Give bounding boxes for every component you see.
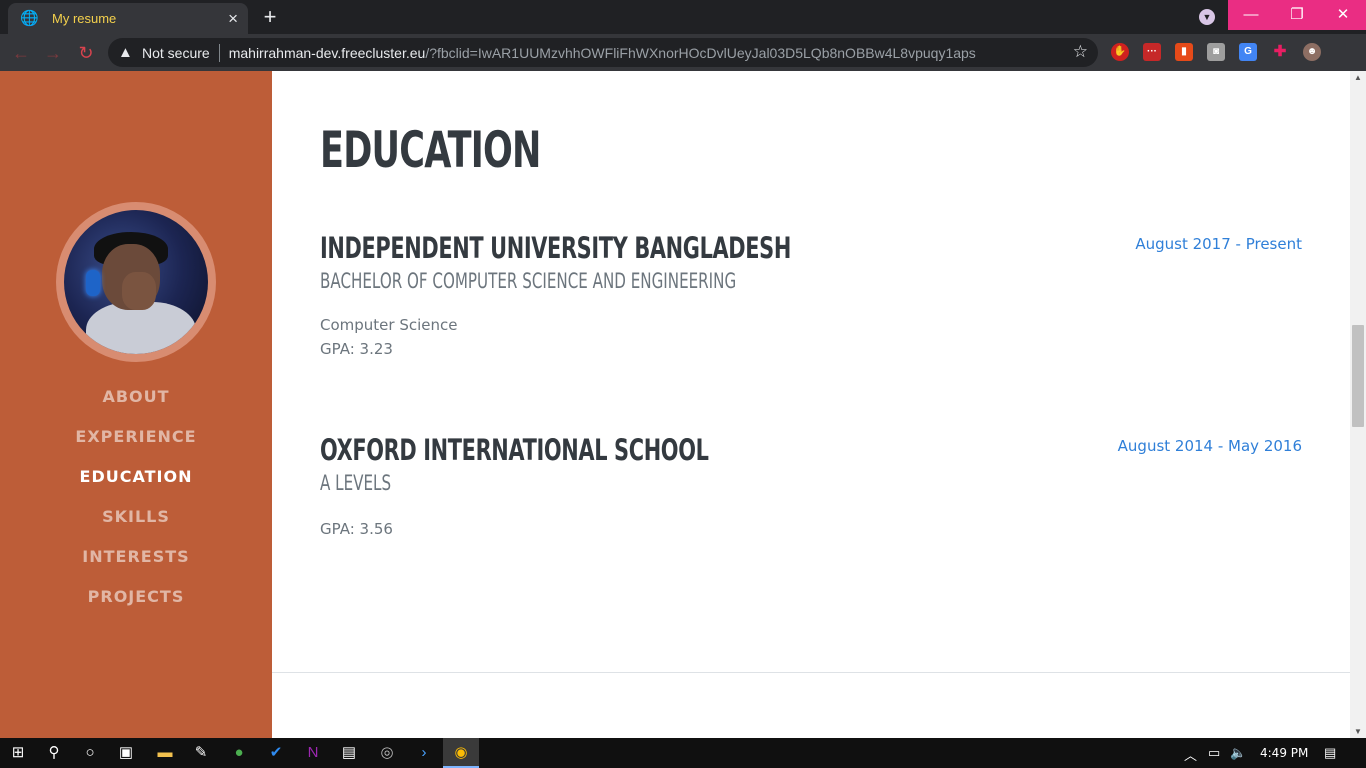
field-of-study: Computer Science bbox=[320, 316, 458, 334]
browser-tab-bar: 🌐 My resume × + ▼ — ❐ ✕ bbox=[0, 0, 1366, 34]
taskbar: ⊞ ⚲ ○ ▣ ▬ ✎ ● ✔ N ▤ ◎ › ◉ ︿ ▭ 🔈 4:49 PM … bbox=[0, 738, 1366, 768]
tray-chevron-icon[interactable]: ︿ bbox=[1184, 745, 1197, 764]
office-extension-icon[interactable]: ▮ bbox=[1175, 43, 1193, 61]
tab-search-icon[interactable]: ▼ bbox=[1199, 9, 1215, 25]
address-bar[interactable]: ▲ Not secure mahirrahman-dev.freecluster… bbox=[108, 38, 1098, 67]
mask-extension-icon[interactable]: ◙ bbox=[1207, 43, 1225, 61]
profile-avatar-icon[interactable]: ☻ bbox=[1303, 43, 1321, 61]
section-divider bbox=[272, 672, 1350, 673]
browser-tab[interactable]: 🌐 My resume × bbox=[8, 3, 248, 34]
windows-start-icon[interactable]: ⊞ bbox=[8, 743, 28, 763]
star-icon[interactable]: ☆ bbox=[1073, 42, 1088, 62]
notifications-icon[interactable]: ▤ bbox=[1324, 745, 1336, 761]
page-title: EDUCATION bbox=[320, 121, 541, 179]
scroll-down-icon[interactable]: ▼ bbox=[1354, 727, 1362, 736]
clock[interactable]: 4:49 PM bbox=[1260, 746, 1308, 760]
scroll-up-icon[interactable]: ▲ bbox=[1354, 73, 1362, 82]
sidebar-menu: ABOUT EXPERIENCE EDUCATION SKILLS INTERE… bbox=[0, 387, 272, 627]
battery-icon[interactable]: ▭ bbox=[1208, 745, 1220, 761]
url-host[interactable]: mahirrahman-dev.freecluster.eu bbox=[229, 45, 426, 61]
cortana-icon[interactable]: ○ bbox=[80, 743, 100, 763]
warning-icon[interactable]: ▲ bbox=[118, 44, 136, 61]
puzzle-extensions-icon[interactable]: ✚ bbox=[1271, 43, 1289, 61]
file-explorer-icon[interactable]: ▬ bbox=[155, 743, 175, 763]
task-view-icon[interactable]: ▣ bbox=[116, 743, 136, 763]
date-range: August 2014 - May 2016 bbox=[1117, 437, 1302, 455]
sidebar-item-interests[interactable]: INTERESTS bbox=[0, 547, 272, 587]
search-icon[interactable]: ⚲ bbox=[44, 743, 64, 763]
google-translate-extension-icon[interactable]: G bbox=[1239, 43, 1257, 61]
browser-toolbar: ← → ↻ ▲ Not secure mahirrahman-dev.freec… bbox=[0, 34, 1366, 71]
education-entry: OXFORD INTERNATIONAL SCHOOL A LEVELS Aug… bbox=[320, 433, 1302, 541]
tab-close-icon[interactable]: × bbox=[228, 10, 238, 27]
powershell-icon[interactable]: › bbox=[414, 743, 434, 763]
sidebar: ABOUT EXPERIENCE EDUCATION SKILLS INTERE… bbox=[0, 71, 272, 738]
sidebar-item-projects[interactable]: PROJECTS bbox=[0, 587, 272, 627]
school-name: INDEPENDENT UNIVERSITY BANGLADESH bbox=[320, 231, 791, 265]
maximize-button[interactable]: ❐ bbox=[1274, 0, 1320, 30]
profile-photo bbox=[64, 210, 208, 354]
gpa: GPA: 3.56 bbox=[320, 520, 393, 538]
profile-photo-frame bbox=[56, 202, 216, 362]
lastpass-extension-icon[interactable]: ··· bbox=[1143, 43, 1161, 61]
close-window-button[interactable]: ✕ bbox=[1320, 0, 1366, 30]
degree-title: A LEVELS bbox=[320, 471, 392, 495]
date-range: August 2017 - Present bbox=[1135, 235, 1302, 253]
scrollbar-thumb[interactable] bbox=[1352, 325, 1364, 427]
page-scrollbar[interactable]: ▲ ▼ bbox=[1350, 71, 1366, 738]
store-icon[interactable]: ▤ bbox=[339, 743, 359, 763]
sidebar-item-skills[interactable]: SKILLS bbox=[0, 507, 272, 547]
school-name: OXFORD INTERNATIONAL SCHOOL bbox=[320, 433, 709, 467]
sidebar-item-experience[interactable]: EXPERIENCE bbox=[0, 427, 272, 467]
app-green-icon[interactable]: ● bbox=[229, 743, 249, 763]
entry-details: GPA: 3.56 bbox=[320, 517, 1302, 541]
chrome-icon[interactable]: ◉ bbox=[451, 743, 471, 763]
gpa: GPA: 3.23 bbox=[320, 340, 393, 358]
volume-icon[interactable]: 🔈 bbox=[1230, 745, 1246, 761]
sidebar-item-about[interactable]: ABOUT bbox=[0, 387, 272, 427]
red-hand-extension-icon[interactable]: ✋ bbox=[1111, 43, 1129, 61]
onenote-icon[interactable]: N bbox=[303, 743, 323, 763]
main-content: EDUCATION INDEPENDENT UNIVERSITY BANGLAD… bbox=[272, 71, 1350, 738]
todo-icon[interactable]: ✔ bbox=[266, 743, 286, 763]
reload-icon[interactable]: ↻ bbox=[75, 42, 97, 64]
globe-icon: 🌐 bbox=[20, 9, 39, 27]
divider bbox=[218, 43, 220, 62]
steam-icon[interactable]: ◎ bbox=[377, 743, 397, 763]
security-label[interactable]: Not secure bbox=[142, 45, 210, 61]
pen-tool-icon[interactable]: ✎ bbox=[191, 743, 211, 763]
tab-title: My resume bbox=[52, 11, 117, 26]
entry-details: Computer Science GPA: 3.23 bbox=[320, 313, 1302, 361]
url-path[interactable]: /?fbclid=IwAR1UUMzvhhOWFliFhWXnorHOcDvlU… bbox=[425, 45, 976, 61]
degree-title: BACHELOR OF COMPUTER SCIENCE AND ENGINEE… bbox=[320, 269, 737, 293]
education-entry: INDEPENDENT UNIVERSITY BANGLADESH BACHEL… bbox=[320, 231, 1302, 361]
back-icon[interactable]: ← bbox=[10, 42, 32, 64]
minimize-button[interactable]: — bbox=[1228, 0, 1274, 30]
forward-icon[interactable]: → bbox=[42, 42, 64, 64]
sidebar-item-education[interactable]: EDUCATION bbox=[0, 467, 272, 507]
new-tab-button[interactable]: + bbox=[259, 6, 281, 28]
